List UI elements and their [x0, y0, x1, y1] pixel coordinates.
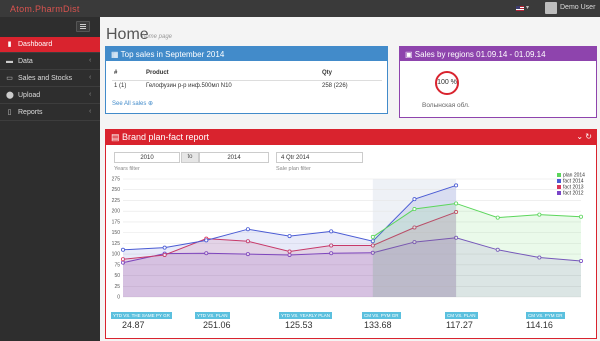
kpi-label: YTD VS. PLAN — [195, 312, 230, 319]
legend-label: fact 2012 — [563, 191, 584, 197]
see-all-sales-link[interactable]: See All sales ⊕ — [112, 100, 153, 107]
us-flag-icon[interactable] — [516, 6, 524, 11]
range-to-label: to — [181, 152, 199, 163]
data-point — [245, 227, 250, 232]
sidebar-item-label: Upload — [18, 92, 41, 99]
page-subtitle: home page — [142, 34, 173, 40]
kpi-label: YTD VS. YEARLY PLAN — [279, 312, 333, 319]
data-point — [370, 234, 375, 239]
y-tick-label: 25 — [114, 284, 120, 290]
sidebar-item-data[interactable]: ▬ Data ‹ — [0, 54, 100, 70]
y-tick-label: 225 — [112, 198, 121, 204]
row-qty: 258 (226) — [322, 83, 348, 90]
y-tick-label: 100 — [112, 252, 121, 258]
sales-icon: ▭ — [6, 75, 13, 82]
sidebar: ▮ Dashboard ▬ Data ‹ ▭ Sales and Stocks ‹ ⬤ Uploa… — [0, 17, 100, 341]
col-number: # — [112, 67, 144, 81]
region-name: Волынская обл. — [422, 102, 470, 109]
collapse-chevron-icon[interactable]: ⌄ — [576, 132, 583, 141]
legend-swatch — [557, 179, 561, 183]
chevron-left-icon: ‹ — [89, 108, 92, 115]
truck-icon: ▬ — [6, 58, 13, 65]
brand-report-panel: ▤ Brand plan-fact report ⌄ ↻ 2010 to 201… — [105, 129, 597, 339]
legend-swatch — [557, 173, 561, 177]
region-percent-circle: 100 % — [435, 71, 459, 95]
sidebar-item-label: Sales and Stocks — [18, 75, 73, 82]
y-tick-label: 200 — [112, 209, 121, 215]
sidebar-toggle-button[interactable] — [76, 21, 90, 32]
sidebar-item-upload[interactable]: ⬤ Upload ‹ — [0, 88, 100, 104]
kpi-value: 117.27 — [446, 320, 473, 330]
y-tick-label: 75 — [114, 262, 120, 268]
series-area — [372, 203, 581, 297]
y-tick-label: 125 — [112, 241, 121, 247]
top-sales-panel: ▦ Top sales in September 2014 # Product … — [105, 46, 388, 114]
data-point — [162, 245, 167, 250]
row-product: Гелофузин р-р инф.500мл N10 — [146, 83, 232, 90]
top-sales-table: # Product Qty 1 (1) Гелофузин р-р инф.50… — [112, 67, 382, 92]
brand-report-header: ▤ Brand plan-fact report ⌄ ↻ — [106, 130, 596, 145]
sidebar-item-label: Dashboard — [18, 41, 53, 48]
sidebar-item-label: Data — [18, 58, 33, 65]
brand-report-title: Brand plan-fact report — [122, 132, 210, 142]
sales-regions-header: ▣ Sales by regions 01.09.14 - 01.09.14 — [400, 47, 596, 61]
kpi-label: CM VS. PYM GR — [362, 312, 401, 319]
brand-plan-fact-chart: 0255075100125150175200225250275123456789… — [112, 173, 586, 301]
user-menu[interactable]: Demo User — [560, 4, 595, 11]
year-from-input[interactable]: 2010 — [114, 152, 180, 163]
user-avatar[interactable] — [545, 2, 557, 14]
chevron-left-icon: ‹ — [89, 91, 92, 98]
kpi-value: 125.53 — [285, 320, 313, 330]
sidebar-item-reports[interactable]: ▯ Reports ‹ — [0, 105, 100, 121]
data-point — [204, 238, 209, 243]
kpi-label: CM VS. PYM GR — [526, 312, 565, 319]
upload-icon: ⬤ — [6, 92, 14, 99]
kpi-value: 114.16 — [526, 320, 553, 330]
sidebar-item-dashboard[interactable]: ▮ Dashboard — [0, 37, 100, 53]
sidebar-item-sales-and-stocks[interactable]: ▭ Sales and Stocks ‹ — [0, 71, 100, 87]
y-tick-label: 275 — [112, 177, 121, 183]
dashboard-icon: ▮ — [7, 41, 12, 48]
data-point — [578, 214, 583, 219]
data-point — [120, 247, 125, 252]
top-bar: Atom.PharmDist ▾ Demo User — [0, 0, 600, 17]
chevron-left-icon: ‹ — [89, 57, 92, 64]
sales-by-regions-panel: ▣ Sales by regions 01.09.14 - 01.09.14 1… — [399, 46, 597, 118]
data-point — [412, 207, 417, 212]
data-point — [495, 215, 500, 220]
col-product: Product — [144, 67, 320, 81]
y-tick-label: 175 — [112, 219, 121, 225]
legend-swatch — [557, 191, 561, 195]
kpi-label: CM VS. PLAN — [445, 312, 478, 319]
kpi-value: 251.06 — [203, 320, 231, 330]
y-tick-label: 150 — [112, 230, 121, 236]
y-tick-label: 250 — [112, 187, 121, 193]
year-to-input[interactable]: 2014 — [199, 152, 269, 163]
data-point — [287, 234, 292, 239]
data-point — [329, 229, 334, 234]
sidebar-item-label: Reports — [18, 109, 43, 116]
chevron-left-icon: ‹ — [89, 74, 92, 81]
data-point — [454, 183, 459, 188]
reports-icon: ▯ — [7, 109, 12, 116]
table-row: 1 (1) Гелофузин р-р инф.500мл N10 258 (2… — [112, 80, 382, 92]
data-point — [454, 201, 459, 206]
language-caret-icon[interactable]: ▾ — [526, 4, 529, 11]
kpi-label: YTD VS. THE SAME PY GR — [111, 312, 172, 319]
data-point — [412, 197, 417, 202]
quarter-select[interactable]: 4 Qtr 2014 — [276, 152, 363, 163]
data-point — [537, 212, 542, 217]
brand-logo[interactable]: Atom.PharmDist — [10, 4, 80, 14]
y-tick-label: 50 — [114, 273, 120, 279]
col-qty: Qty — [320, 67, 382, 81]
legend-swatch — [557, 185, 561, 189]
sales-regions-title: Sales by regions 01.09.14 - 01.09.14 — [414, 50, 546, 59]
top-sales-title: Top sales in September 2014 — [120, 50, 225, 59]
refresh-icon[interactable]: ↻ — [585, 132, 592, 141]
kpi-value: 24.87 — [122, 320, 145, 330]
y-tick-label: 0 — [117, 295, 120, 301]
top-sales-header: ▦ Top sales in September 2014 — [106, 47, 387, 61]
kpi-value: 133.68 — [364, 320, 392, 330]
row-number: 1 (1) — [114, 83, 127, 90]
